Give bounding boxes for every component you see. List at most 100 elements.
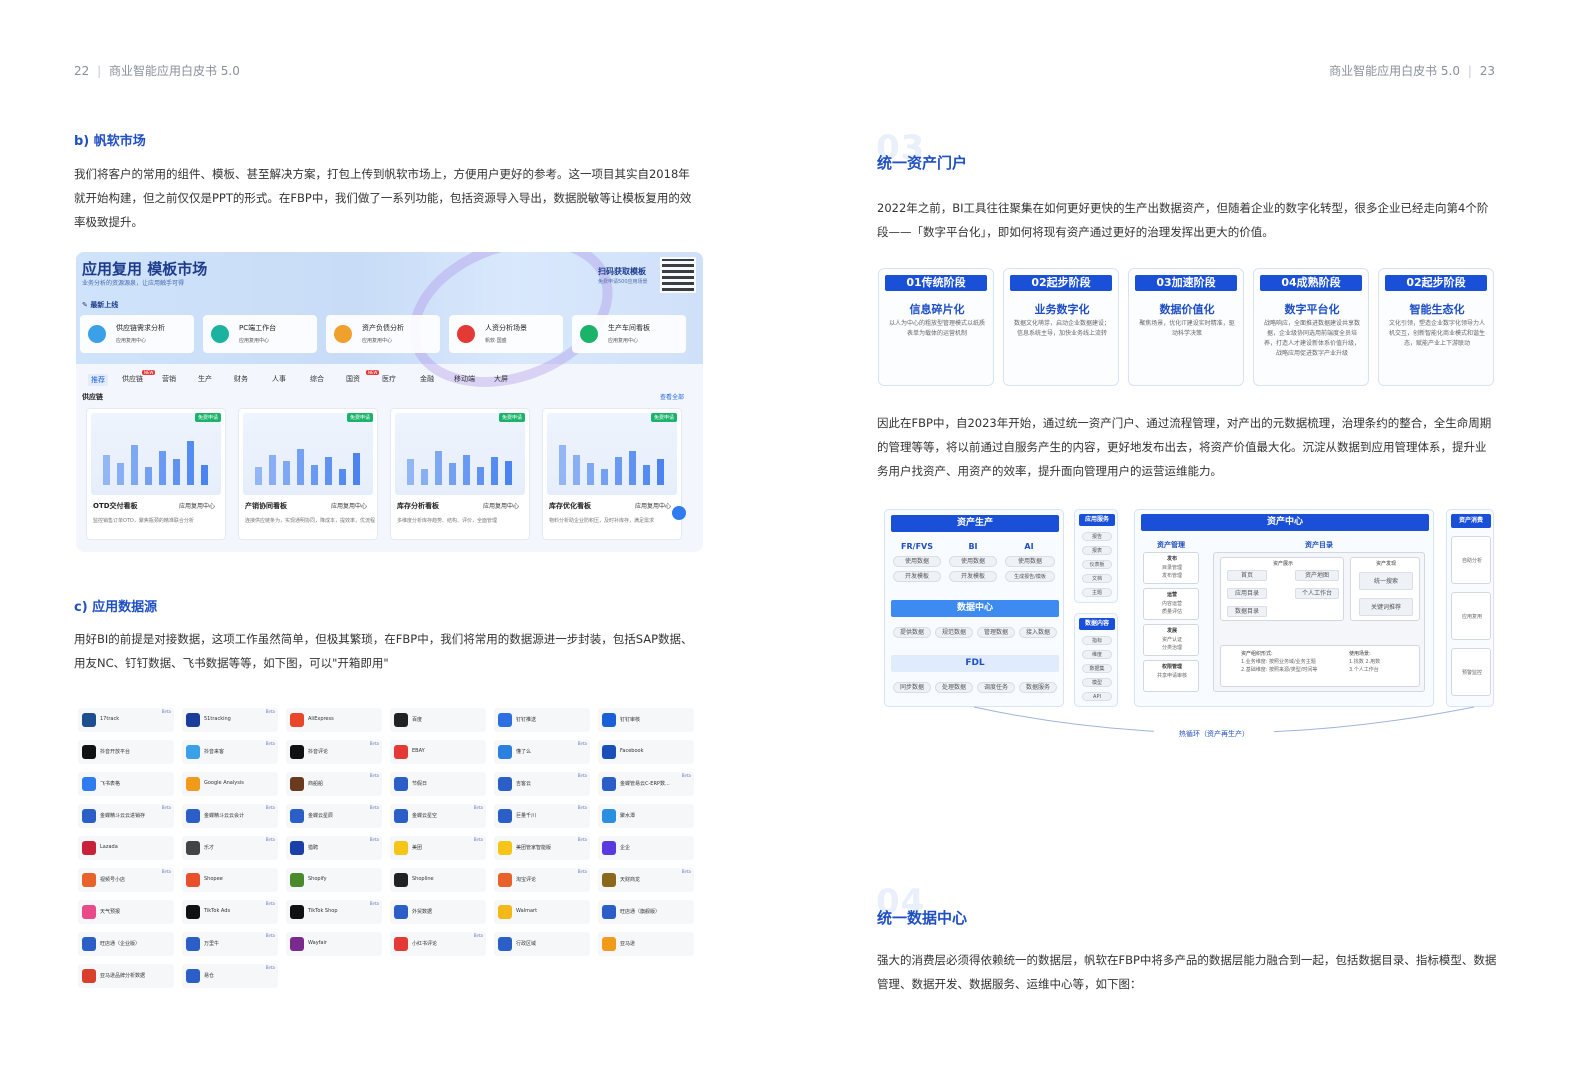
datasource-item[interactable]: Walmart [494, 900, 590, 924]
datasource-item[interactable]: 天财商龙 Beta [598, 868, 694, 892]
market-tab[interactable]: 推荐 [88, 374, 108, 386]
datasource-item[interactable]: 美团 Beta [390, 836, 486, 860]
datasource-item[interactable]: Google Analysis [182, 772, 278, 796]
market-tab[interactable]: 财务 [234, 374, 248, 384]
datasource-item[interactable]: 行政区域 [494, 932, 590, 956]
preview-bar [463, 455, 470, 485]
datasource-item[interactable]: 淘宝评论 Beta [494, 868, 590, 892]
datasource-item[interactable]: 金蝶云星辰 Beta [286, 804, 382, 828]
fdl-pill: 同步数据 [893, 682, 931, 693]
datasource-item[interactable]: 钉钉审核 [598, 708, 694, 732]
market-tab[interactable]: 生产 [198, 374, 212, 384]
datasource-item[interactable]: Wayfair [286, 932, 382, 956]
latest-card[interactable]: 生产车间看板 应用复用中心 [572, 315, 686, 353]
datasource-item[interactable]: Lazada [78, 836, 174, 860]
market-tab[interactable]: 综合 [310, 374, 324, 384]
datasource-item[interactable]: 天气预报 [78, 900, 174, 924]
datasource-item[interactable]: TikTok Ads Beta [182, 900, 278, 924]
market-tab[interactable]: 人事 [272, 374, 286, 384]
datasource-item[interactable]: 吉客云 Beta [494, 772, 590, 796]
datasource-label: 百度 [412, 717, 423, 723]
datasource-item[interactable]: 节假日 [390, 772, 486, 796]
datasource-item[interactable]: 钉钉推送 [494, 708, 590, 732]
datasource-item[interactable]: 商船船 Beta [286, 772, 382, 796]
market-tab[interactable]: 供应链 [122, 374, 143, 384]
datasource-item[interactable]: 亚马逊品牌分析数据 [78, 964, 174, 988]
qr-code-icon[interactable] [660, 257, 696, 293]
datasource-logo-icon [394, 841, 408, 855]
latest-card[interactable]: PC端工作台 应用复用中心 [203, 315, 317, 353]
datasource-item[interactable]: 飞书表格 [78, 772, 174, 796]
datasource-item[interactable]: 万里牛 Beta [182, 932, 278, 956]
datasource-item[interactable]: Shopify [286, 868, 382, 892]
datasource-item[interactable]: 抖音来客 Beta [182, 740, 278, 764]
datasource-item[interactable]: 小红书评论 Beta [390, 932, 486, 956]
beta-badge: Beta [473, 837, 483, 842]
datasource-logo-icon [394, 905, 408, 919]
latest-card[interactable]: 人资分析场景 帆软·国盛 [449, 315, 563, 353]
use-line: 3.个人工作台 [1349, 667, 1379, 673]
datasource-item[interactable]: 金蝶管易云C-ERP数... Beta [598, 772, 694, 796]
stage-head: 01传统阶段 [885, 275, 987, 291]
datasource-item[interactable]: 抖音开放平台 [78, 740, 174, 764]
datasource-logo-icon [290, 745, 304, 759]
asset-consume-block: 资产消费 自助分析 应用复用 预警监控 [1446, 509, 1494, 707]
datasource-item[interactable]: 抖音评论 Beta [286, 740, 382, 764]
datasource-item[interactable]: Shopee [182, 868, 278, 892]
floating-help-button[interactable] [672, 506, 686, 520]
datasource-item[interactable]: 亚马逊 [598, 932, 694, 956]
col-ai-label: AI [1024, 542, 1034, 551]
mgmt-group-item: 质量评估 [1161, 609, 1182, 615]
mgmt-group-title: 发展 [1166, 628, 1177, 634]
market-tab[interactable]: 金融 [420, 374, 434, 384]
beta-badge: Beta [577, 805, 587, 810]
beta-badge: Beta [369, 901, 379, 906]
datasource-item[interactable]: 易仓 Beta [182, 964, 278, 988]
scan-label: 扫码获取模板 [598, 267, 646, 276]
datasource-label: 商船船 [308, 781, 324, 787]
card-name: 供应链需求分析 [116, 324, 165, 332]
template-tile[interactable]: 免费申请 OTD交付看板 应用复用中心 监控销售订单OTD，聚焦瓶颈的精准联合分析 [86, 408, 226, 540]
datasource-item[interactable]: 外贸数据 [390, 900, 486, 924]
view-all-link[interactable]: 查看全部 [660, 392, 684, 401]
market-tab[interactable]: 营销 [162, 374, 176, 384]
datasource-logo-icon [186, 873, 200, 887]
beta-badge: Beta [161, 805, 171, 810]
datasource-item[interactable]: 企企 [598, 836, 694, 860]
tile-desc: 物料分析助企业防积压，及时补库存，满足需求 [549, 518, 655, 524]
datasource-label: 金蝶精斗云云进销存 [100, 813, 146, 819]
datasource-logo-icon [498, 745, 512, 759]
datasource-item[interactable]: 百度 [390, 708, 486, 732]
datasource-item[interactable]: 51tracking Beta [182, 708, 278, 732]
datasource-item[interactable]: 视频号小店 Beta [78, 868, 174, 892]
datasource-item[interactable]: 美团管家智能版 Beta [494, 836, 590, 860]
datasource-item[interactable]: 懂了么 Beta [494, 740, 590, 764]
datasource-item[interactable]: 乐才 Beta [182, 836, 278, 860]
show-item: 数据目录 [1227, 606, 1267, 617]
datasource-item[interactable]: EBAY [390, 740, 486, 764]
market-tab[interactable]: 国资 [346, 374, 360, 384]
datasource-item[interactable]: 巨量千川 Beta [494, 804, 590, 828]
template-tile[interactable]: 免费申请 产销协同看板 应用复用中心 连接供应链条为，实现通明协同，降成本，提效率，优… [238, 408, 378, 540]
datasource-item[interactable]: Shopline [390, 868, 486, 892]
datasource-item[interactable]: 猎聘 Beta [286, 836, 382, 860]
datasource-item[interactable]: TikTok Shop Beta [286, 900, 382, 924]
datasource-item[interactable]: 金蝶精斗云云进销存 Beta [78, 804, 174, 828]
template-tile[interactable]: 免费申请 库存优化看板 应用复用中心 物料分析助企业防积压，及时补库存，满足需求 [542, 408, 682, 540]
latest-card[interactable]: 供应链需求分析 应用复用中心 [80, 315, 194, 353]
datasource-logo-icon [82, 937, 96, 951]
template-tile[interactable]: 免费申请 库存分析看板 应用复用中心 多维度分析库存趋势、结构、评价，全面管理 [390, 408, 530, 540]
datasource-item[interactable]: 金蝶精斗云云会计 Beta [182, 804, 278, 828]
market-tab[interactable]: 移动端 [454, 374, 475, 384]
market-tab[interactable]: 医疗 [382, 374, 396, 384]
datasource-item[interactable]: 聚水潭 [598, 804, 694, 828]
datasource-item[interactable]: 旺店通（企业版） [78, 932, 174, 956]
market-tab[interactable]: 大屏 [494, 374, 508, 384]
latest-card[interactable]: 资产负债分析 应用复用中心 [326, 315, 440, 353]
datasource-item[interactable]: 旺店通（旗舰版） [598, 900, 694, 924]
datasource-item[interactable]: AliExpress [286, 708, 382, 732]
asset-show-label: 资产展示 [1272, 561, 1293, 567]
datasource-item[interactable]: Facebook [598, 740, 694, 764]
datasource-item[interactable]: 金蝶云星空 Beta [390, 804, 486, 828]
datasource-item[interactable]: 17track Beta [78, 708, 174, 732]
